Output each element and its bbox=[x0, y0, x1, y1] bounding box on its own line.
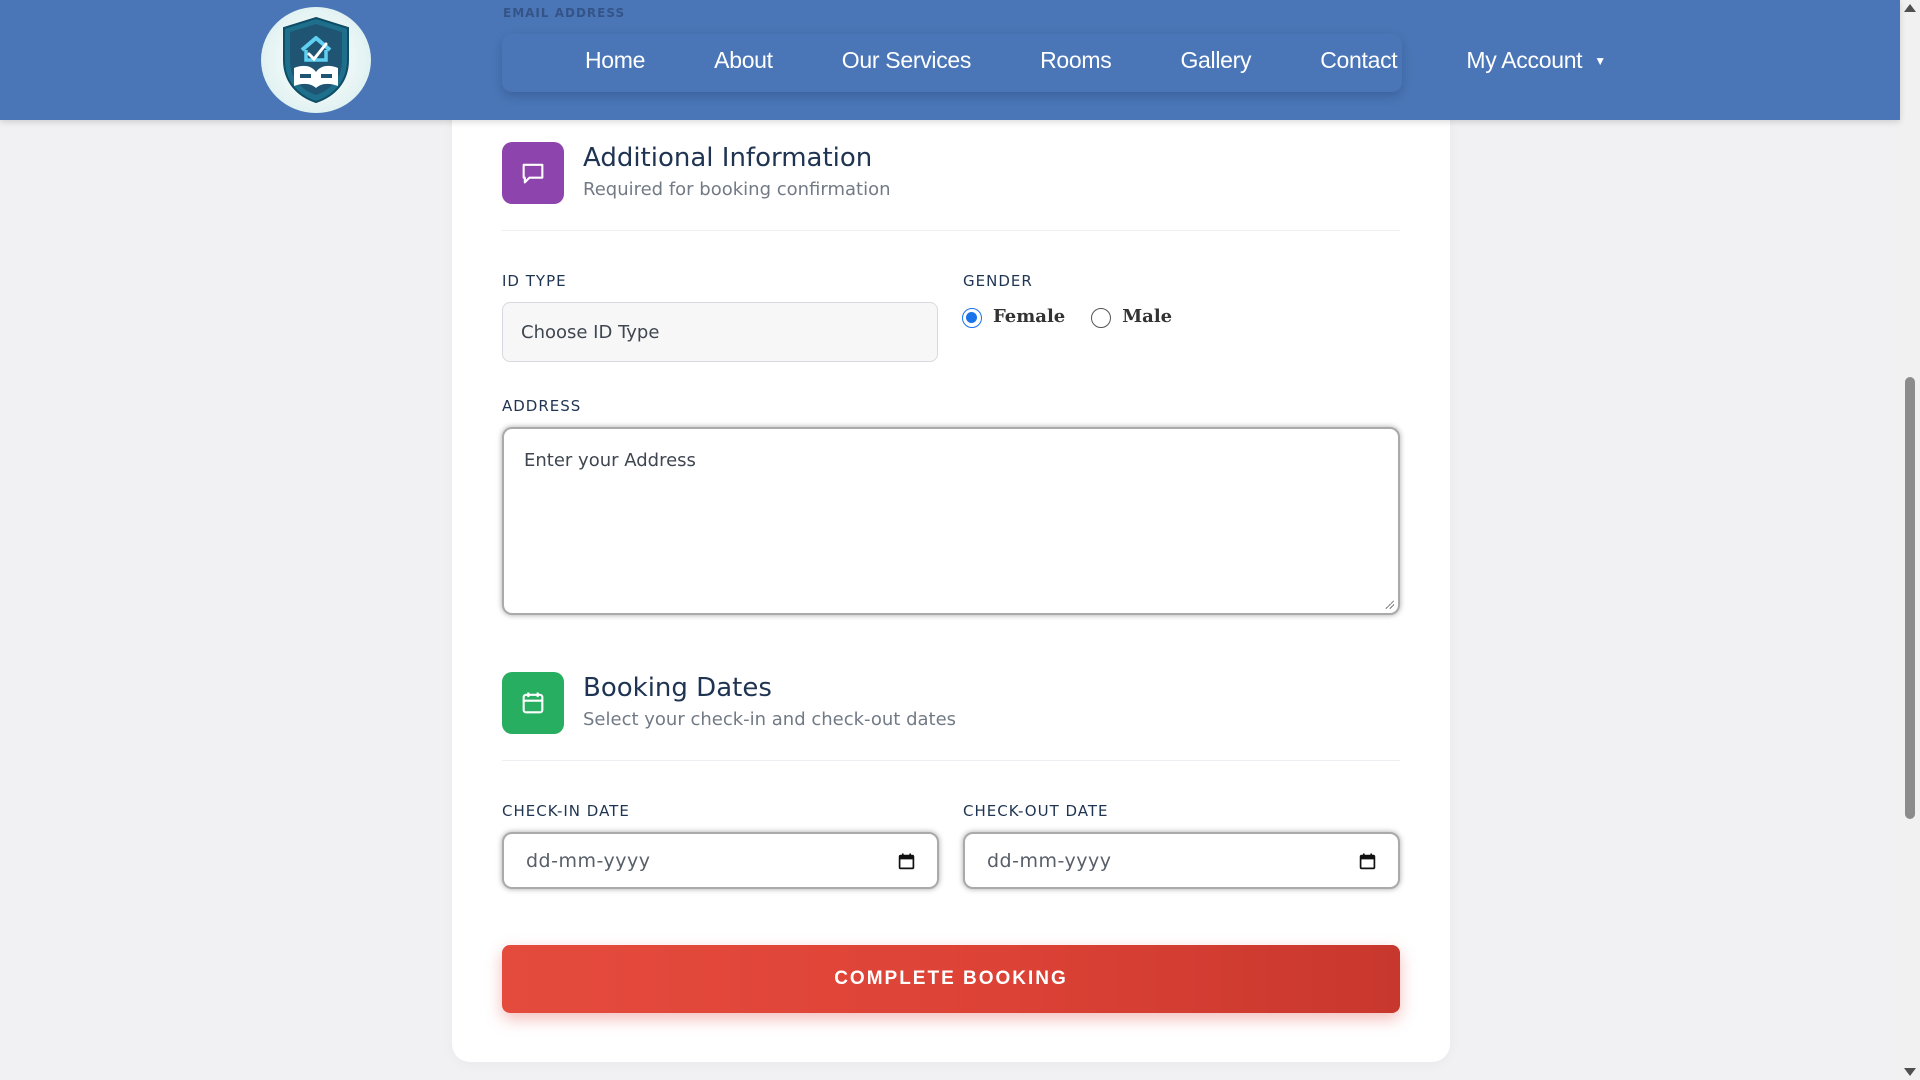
gender-label: GENDER bbox=[963, 272, 1033, 290]
nav-my-account[interactable]: My Account ▼ bbox=[1466, 46, 1606, 74]
main-nav: Home About Our Services Rooms Gallery Co… bbox=[585, 0, 1606, 120]
checkin-placeholder: dd-mm-yyyy bbox=[526, 849, 651, 872]
gender-option-female[interactable]: Female bbox=[962, 304, 1065, 328]
address-textarea[interactable]: Enter your Address bbox=[502, 427, 1400, 615]
scroll-thumb[interactable] bbox=[1905, 377, 1915, 819]
calendar-picker-icon[interactable] bbox=[1359, 853, 1376, 870]
checkout-placeholder: dd-mm-yyyy bbox=[987, 849, 1112, 872]
section-divider bbox=[502, 230, 1400, 231]
calendar-icon bbox=[502, 672, 564, 734]
chat-bubble-icon bbox=[502, 142, 564, 204]
section-divider bbox=[502, 760, 1400, 761]
additional-info-header: Additional Information Required for book… bbox=[502, 142, 891, 204]
nav-about[interactable]: About bbox=[714, 47, 773, 74]
section-subtitle: Required for booking confirmation bbox=[583, 179, 891, 200]
gender-female-label: Female bbox=[993, 305, 1066, 327]
nav-contact[interactable]: Contact bbox=[1320, 47, 1397, 74]
id-type-label: ID TYPE bbox=[502, 272, 567, 290]
section-subtitle: Select your check-in and check-out dates bbox=[583, 709, 957, 730]
checkin-label: CHECK-IN DATE bbox=[502, 802, 630, 820]
gender-male-label: Male bbox=[1122, 305, 1173, 327]
scroll-up-arrow-icon[interactable] bbox=[1904, 4, 1916, 12]
calendar-picker-icon[interactable] bbox=[898, 853, 915, 870]
scroll-down-arrow-icon[interactable] bbox=[1904, 1068, 1916, 1076]
id-type-select[interactable]: Choose ID Type bbox=[502, 302, 938, 362]
gender-radio-group: Female Male bbox=[962, 304, 1198, 328]
checkin-date-input[interactable]: dd-mm-yyyy bbox=[502, 832, 939, 889]
checkout-label: CHECK-OUT DATE bbox=[963, 802, 1109, 820]
nav-our-services[interactable]: Our Services bbox=[842, 47, 972, 74]
site-header: EMAIL ADDRESS Home About Our Services Ro… bbox=[0, 0, 1900, 120]
page-scrollbar[interactable] bbox=[1900, 0, 1920, 1080]
nav-my-account-label: My Account bbox=[1466, 46, 1583, 73]
address-placeholder: Enter your Address bbox=[524, 450, 696, 471]
shield-logo-icon bbox=[283, 16, 349, 104]
nav-home[interactable]: Home bbox=[585, 47, 645, 74]
resize-grip-icon[interactable] bbox=[1384, 599, 1394, 609]
section-title: Additional Information bbox=[583, 143, 873, 173]
caret-down-icon: ▼ bbox=[1594, 54, 1606, 69]
gender-female-radio[interactable] bbox=[962, 308, 982, 328]
nav-rooms[interactable]: Rooms bbox=[1040, 47, 1112, 74]
complete-booking-button[interactable]: COMPLETE BOOKING bbox=[502, 945, 1400, 1013]
site-logo[interactable] bbox=[261, 7, 371, 113]
section-title: Booking Dates bbox=[583, 673, 772, 703]
booking-dates-header: Booking Dates Select your check-in and c… bbox=[502, 672, 956, 734]
checkout-date-input[interactable]: dd-mm-yyyy bbox=[963, 832, 1400, 889]
nav-gallery[interactable]: Gallery bbox=[1180, 47, 1251, 74]
address-label: ADDRESS bbox=[502, 397, 582, 415]
gender-option-male[interactable]: Male bbox=[1091, 304, 1172, 328]
gender-male-radio[interactable] bbox=[1091, 308, 1112, 328]
